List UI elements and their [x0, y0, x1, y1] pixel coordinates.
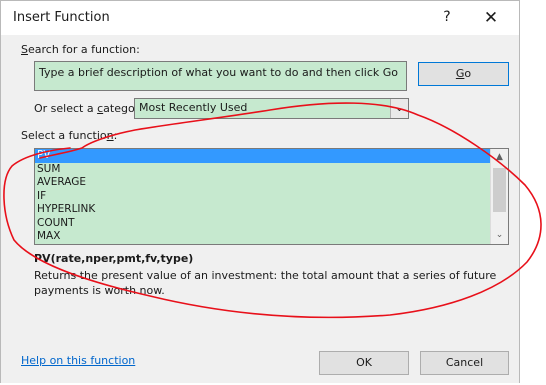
scroll-thumb[interactable]: [493, 168, 506, 212]
list-item[interactable]: AVERAGE: [35, 176, 508, 190]
list-item[interactable]: SUM: [35, 163, 508, 177]
go-button[interactable]: Go: [418, 62, 509, 86]
dialog-title: Insert Function: [13, 10, 110, 25]
list-item[interactable]: MAX: [35, 230, 508, 244]
close-icon[interactable]: ✕: [478, 8, 504, 28]
category-selected-value: Most Recently Used: [139, 101, 248, 114]
search-label-text: earch for a function:: [27, 43, 140, 56]
function-list-label-pre: Select a functio: [21, 129, 107, 142]
list-item[interactable]: COUNT: [35, 217, 508, 231]
function-list-label-accel: n: [106, 129, 114, 142]
go-button-label: o: [464, 67, 472, 80]
function-list-label: Select a function:: [21, 129, 117, 142]
scroll-down-arrow-icon[interactable]: ⌄: [491, 227, 508, 244]
insert-function-dialog: Insert Function ? ✕ Search for a functio…: [0, 0, 520, 383]
help-icon[interactable]: ?: [434, 9, 460, 29]
help-on-function-link[interactable]: Help on this function: [21, 354, 135, 367]
search-input-value: Type a brief description of what you wan…: [39, 66, 398, 79]
list-item[interactable]: HYPERLINK: [35, 203, 508, 217]
category-label: Or select a category:: [34, 102, 149, 115]
list-item[interactable]: PV: [35, 149, 491, 163]
search-input[interactable]: Type a brief description of what you wan…: [34, 61, 407, 91]
ok-button[interactable]: OK: [319, 351, 409, 375]
function-list-label-post: :: [113, 129, 118, 142]
function-list[interactable]: PV SUM AVERAGE IF HYPERLINK COUNT MAX ▲ …: [34, 148, 509, 245]
search-label: Search for a function:: [21, 43, 140, 56]
function-description: Returns the present value of an investme…: [34, 269, 497, 297]
search-label-accel: S: [21, 43, 28, 56]
title-bar: Insert Function ? ✕: [1, 1, 519, 35]
category-dropdown[interactable]: Most Recently Used ⌄: [134, 98, 409, 119]
chevron-down-icon[interactable]: ⌄: [390, 99, 408, 118]
function-syntax: PV(rate,nper,pmt,fv,type): [34, 252, 194, 265]
scroll-up-arrow-icon[interactable]: ▲: [491, 149, 508, 166]
vertical-scrollbar[interactable]: ▲ ⌄: [490, 149, 508, 244]
cancel-button[interactable]: Cancel: [420, 351, 509, 375]
list-item[interactable]: IF: [35, 190, 508, 204]
category-label-pre: Or select a: [34, 102, 98, 115]
